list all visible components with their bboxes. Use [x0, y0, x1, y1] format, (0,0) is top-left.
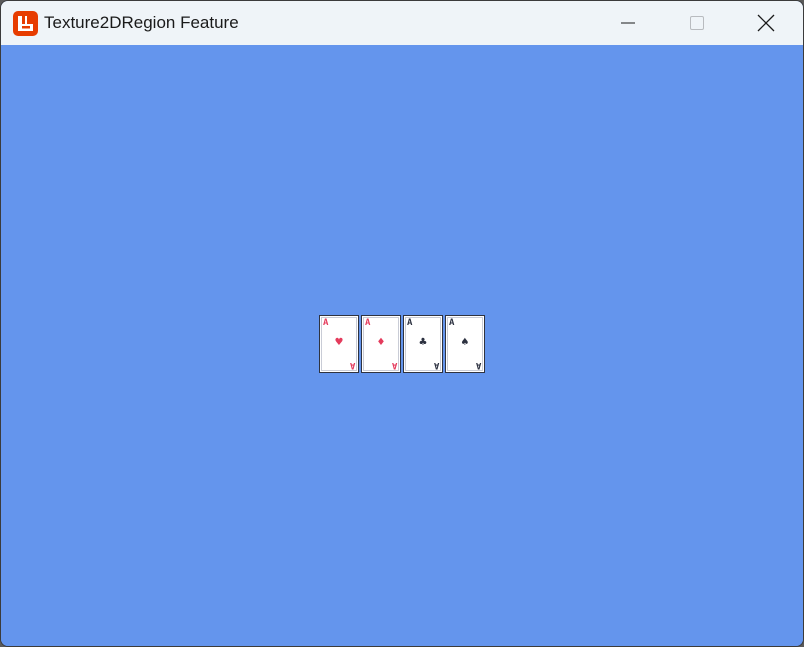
title-bar[interactable]: Texture2DRegion Feature	[1, 1, 803, 45]
maximize-button[interactable]	[663, 1, 731, 45]
spades-icon: ♠	[460, 337, 470, 348]
card-rank: A	[449, 318, 455, 328]
diamonds-icon: ♦	[376, 337, 386, 348]
window-title: Texture2DRegion Feature	[44, 13, 239, 32]
card-ace-of-spades: A ♠ A	[445, 315, 485, 373]
card-ace-of-clubs: A ♣ A	[403, 315, 443, 373]
monogame-logo-icon	[13, 11, 38, 36]
card-rank: A	[407, 318, 413, 328]
close-icon	[757, 14, 775, 32]
card-rank: A	[323, 318, 329, 328]
app-window: Texture2DRegion Feature A ♥ A A ♦ A A ♣ …	[0, 0, 804, 647]
maximize-icon	[690, 16, 704, 30]
card-ace-of-hearts: A ♥ A	[319, 315, 359, 373]
card-rank: A	[349, 360, 355, 370]
close-button[interactable]	[732, 1, 800, 45]
minimize-icon	[621, 22, 635, 24]
card-rank: A	[391, 360, 397, 370]
card-rank: A	[433, 360, 439, 370]
card-rank: A	[365, 318, 371, 328]
clubs-icon: ♣	[418, 337, 428, 348]
card-rank: A	[475, 360, 481, 370]
hearts-icon: ♥	[334, 337, 344, 348]
card-ace-of-diamonds: A ♦ A	[361, 315, 401, 373]
minimize-button[interactable]	[594, 1, 662, 45]
game-viewport[interactable]: A ♥ A A ♦ A A ♣ A A ♠ A	[1, 45, 803, 646]
